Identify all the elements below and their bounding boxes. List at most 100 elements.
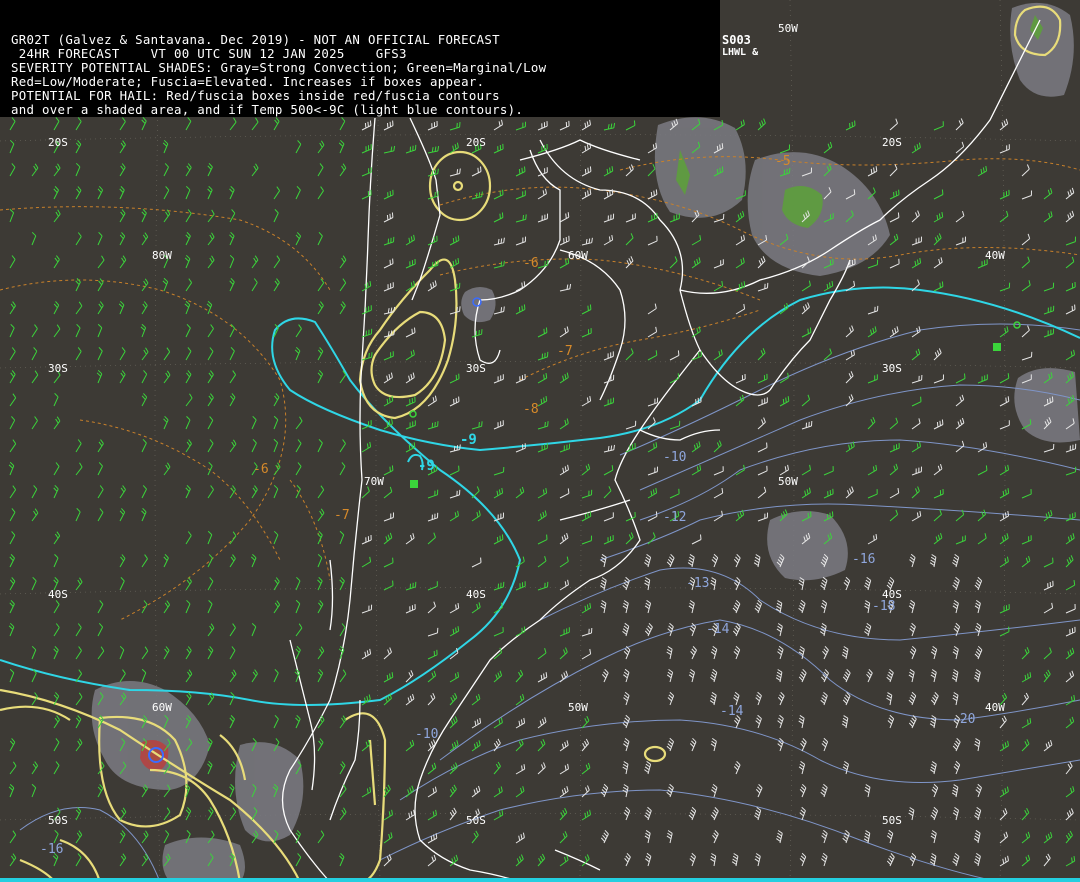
wind-barb [295,416,303,430]
wind-barb [953,760,961,775]
wind-barb [867,305,879,315]
wind-barb [559,627,570,637]
wind-barb [185,370,192,384]
wind-barb [405,327,416,338]
model-tag: S003 [722,33,751,47]
wind-barb [559,418,569,430]
wind-barb [8,622,15,637]
wind-barb [867,416,876,430]
wind-barb [841,715,849,729]
wind-barb [449,122,461,131]
wind-barb [317,438,323,453]
wind-barb [622,600,629,614]
wind-barb [691,235,702,246]
wind-barb [53,392,59,407]
wind-barb [1065,187,1075,200]
wind-barb [600,577,607,591]
wind-barb [383,396,394,407]
wind-barb [889,463,899,476]
wind-barb [581,602,592,614]
wind-barb [31,692,38,706]
wind-barb [383,832,393,844]
wind-barb [295,439,302,453]
wind-barb [955,210,965,223]
wind-barb [229,807,237,821]
wind-barb [625,120,636,131]
wind-barb [559,212,570,223]
wind-barb [185,599,191,614]
wind-barb [908,807,915,821]
lon-label: 50W [778,475,798,488]
wind-barb [229,623,236,637]
model-tag-2: LHWL & [722,47,759,58]
wind-barb [1065,281,1076,292]
wind-barb [119,163,126,177]
wind-barb [933,121,944,131]
wind-barb [933,189,944,200]
wind-barb [1021,807,1030,821]
wind-barb [823,466,834,476]
wind-barb [383,532,393,545]
wind-barb [1043,305,1055,315]
temp-label: -14 [720,704,744,719]
wind-barb [53,186,59,200]
wind-barb [515,669,524,683]
wind-barb [757,118,766,131]
wind-barb [9,853,17,867]
wind-barb [119,186,125,200]
wind-barb [317,738,324,752]
wind-barb [624,852,631,867]
wind-barb [1043,669,1051,683]
temp-label: -18 [872,599,896,614]
wind-barb [1065,626,1076,637]
wind-barb [185,807,192,821]
wind-barb [317,347,324,361]
wind-barb [317,140,325,154]
wind-barb [1021,692,1029,706]
wind-barb [603,486,612,499]
wind-barb [955,118,964,131]
wind-barb [581,785,590,798]
wind-barb [909,553,916,568]
wind-barb [141,438,147,453]
wind-barb [999,118,1009,131]
wind-barb [999,420,1010,430]
wind-barb [31,231,37,246]
wind-barb [644,829,651,844]
wind-barb [75,117,82,131]
wind-barb [603,122,616,131]
wind-barb [141,370,148,384]
wind-barb [229,346,235,361]
wind-barb [97,185,104,200]
wind-barb [559,763,569,775]
wind-barb [689,737,697,752]
wind-barb [1021,739,1030,752]
wind-barb [141,232,149,246]
wind-barb [929,715,937,729]
wind-barb [405,349,415,361]
wind-barb [999,488,1010,499]
wind-barb [361,486,370,499]
wind-barb [9,255,16,269]
wind-barb [1021,190,1032,200]
wind-barb [207,416,214,430]
wind-barb [383,557,394,568]
wind-barb [955,373,966,384]
wind-barb [163,807,171,821]
wind-barb [537,327,548,338]
wind-barb [711,553,719,568]
wind-barb [757,512,768,522]
wind-barb [1021,351,1033,361]
wind-barb [185,669,193,683]
wind-barb [339,462,346,476]
wind-barb [622,622,630,637]
wind-barb [955,141,965,154]
wind-barb [273,415,279,430]
wind-barb [184,254,191,269]
wind-barb [820,692,828,706]
temp-label: -20 [952,712,976,727]
wind-barb [908,668,915,683]
wind-barb [622,761,629,775]
wind-barb [841,646,849,660]
wind-barb [669,488,680,499]
